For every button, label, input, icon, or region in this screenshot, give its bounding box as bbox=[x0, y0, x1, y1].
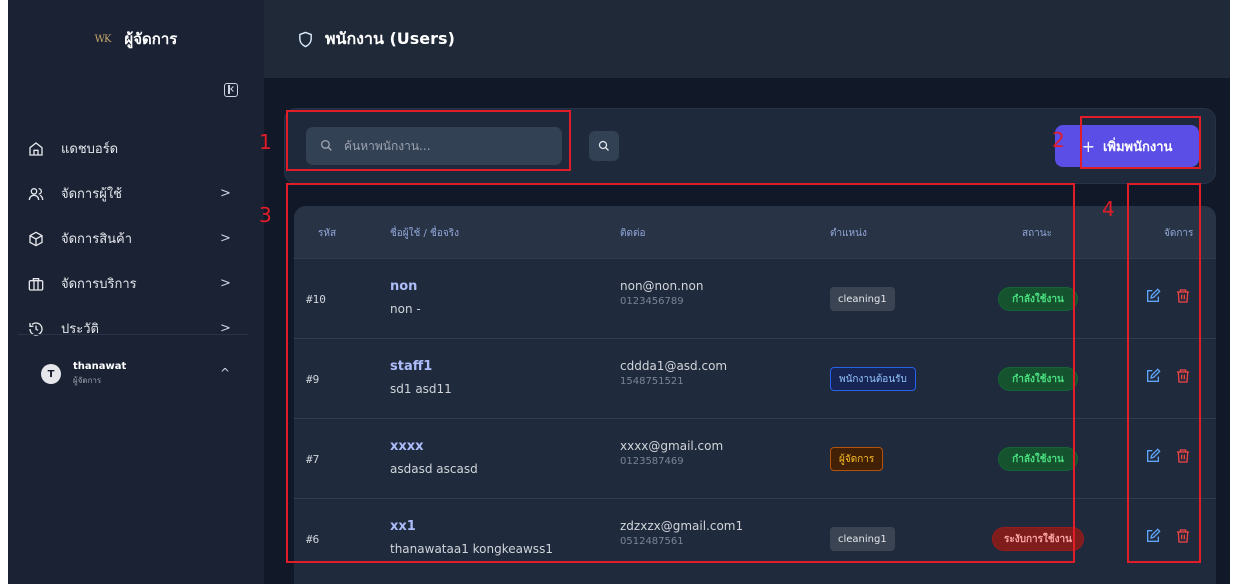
chevron-right-icon: > bbox=[220, 276, 231, 291]
annotation-box-add bbox=[1080, 116, 1201, 169]
sidebar-item-label: แดชบอร์ด bbox=[61, 142, 119, 157]
annotation-label: 2 bbox=[1052, 128, 1065, 152]
user-info: thanawat ผู้จัดการ bbox=[73, 361, 126, 387]
chevron-right-icon: > bbox=[220, 186, 231, 201]
sidebar-item-label: จัดการผู้ใช้ bbox=[61, 187, 123, 202]
shield-icon bbox=[297, 30, 315, 48]
sidebar-item-label: จัดการบริการ bbox=[61, 277, 137, 292]
chevron-up-icon[interactable]: ^ bbox=[220, 366, 230, 380]
briefcase-icon bbox=[27, 275, 45, 293]
sidebar: WK ผู้จัดการ แดชบอร์ด จัดการผู้ใช้ > จัด… bbox=[8, 0, 264, 584]
user-role: ผู้จัดการ bbox=[73, 376, 102, 385]
sidebar-divider bbox=[18, 334, 248, 335]
sidebar-collapse-icon[interactable] bbox=[224, 83, 238, 97]
sidebar-item-users[interactable]: จัดการผู้ใช้ > bbox=[8, 171, 264, 216]
users-icon bbox=[27, 185, 45, 203]
annotation-label: 4 bbox=[1102, 197, 1115, 221]
chevron-right-icon: > bbox=[220, 231, 231, 246]
sidebar-item-services[interactable]: จัดการบริการ > bbox=[8, 261, 264, 306]
sidebar-item-label: ประวัติ bbox=[61, 322, 99, 337]
sidebar-item-history[interactable]: ประวัติ > bbox=[8, 306, 264, 351]
annotation-label: 1 bbox=[259, 130, 272, 154]
home-icon bbox=[27, 140, 45, 158]
avatar: T bbox=[41, 364, 61, 384]
search-button[interactable] bbox=[589, 131, 619, 161]
page-title: พนักงาน (Users) bbox=[325, 28, 455, 48]
sidebar-item-products[interactable]: จัดการสินค้า > bbox=[8, 216, 264, 261]
sidebar-item-dashboard[interactable]: แดชบอร์ด bbox=[8, 126, 264, 171]
annotation-box-actions bbox=[1127, 183, 1201, 563]
sidebar-item-label: จัดการสินค้า bbox=[61, 232, 133, 247]
brand-title: ผู้จัดการ bbox=[124, 30, 178, 48]
user-profile[interactable]: T thanawat ผู้จัดการ ^ bbox=[8, 356, 264, 392]
box-icon bbox=[27, 230, 45, 248]
annotation-box-table bbox=[286, 183, 1075, 563]
annotation-box-search bbox=[286, 110, 571, 171]
sidebar-nav: แดชบอร์ด จัดการผู้ใช้ > จัดการสินค้า > จ… bbox=[8, 126, 264, 351]
page-header: พนักงาน (Users) bbox=[264, 0, 1230, 78]
brand-logo: WK bbox=[94, 33, 112, 45]
user-name: thanawat bbox=[73, 361, 127, 372]
annotation-label: 3 bbox=[259, 203, 272, 227]
brand: WK ผู้จัดการ bbox=[8, 0, 264, 78]
search-icon bbox=[598, 140, 609, 151]
